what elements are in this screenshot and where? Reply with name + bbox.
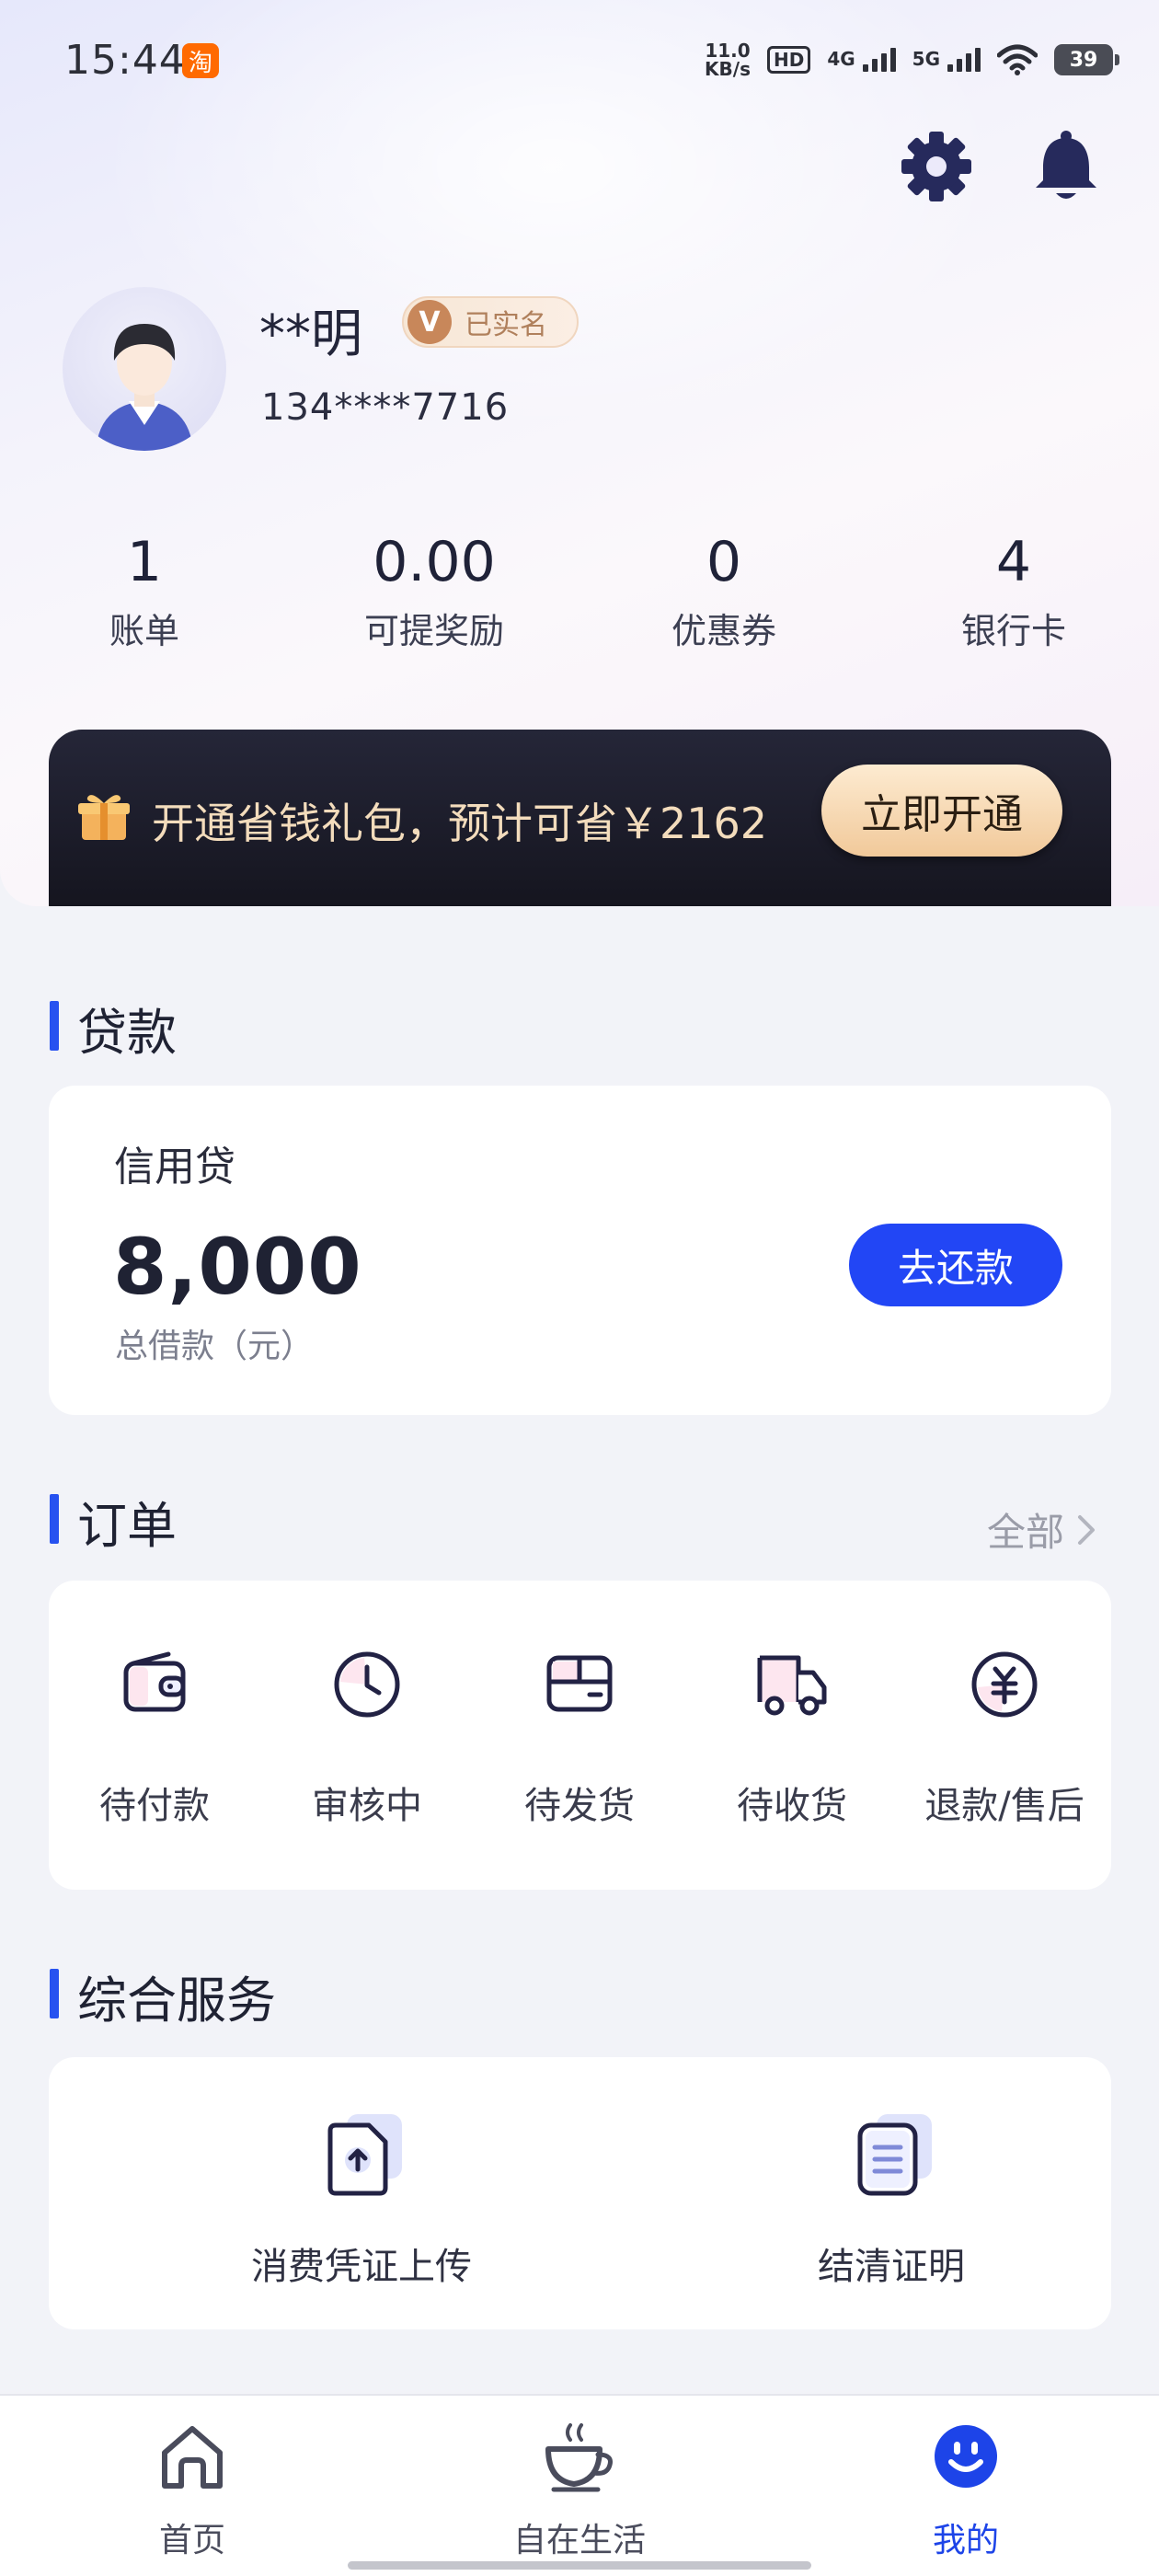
stat-bills[interactable]: 1 账单 xyxy=(25,529,264,653)
upload-document-icon xyxy=(327,2114,402,2196)
home-icon xyxy=(162,2426,223,2489)
verified-badge[interactable]: V 已实名 xyxy=(402,296,579,348)
loan-section-title: 贷款 xyxy=(50,992,177,1064)
order-under-review[interactable]: 审核中 xyxy=(261,1581,473,1884)
order-label: 待付款 xyxy=(99,1785,210,1827)
account-stats: 1 账单 0.00 可提奖励 0 优惠券 4 银行卡 xyxy=(0,529,1159,667)
wallet-icon xyxy=(123,1651,186,1712)
stat-label: 银行卡 xyxy=(960,611,1066,651)
repay-button[interactable]: 去还款 xyxy=(849,1224,1062,1306)
stat-label: 账单 xyxy=(109,611,179,651)
network-speed: 11.0 KB/s xyxy=(705,41,751,78)
user-phone: 134****7716 xyxy=(261,386,510,429)
certificate-document-icon xyxy=(857,2114,932,2196)
hd-icon: HD xyxy=(766,46,811,74)
status-time: 15:44 xyxy=(64,37,186,84)
nav-item-life[interactable]: 自在生活 xyxy=(460,2412,699,2569)
order-refund-after-sales[interactable]: 退款/售后 xyxy=(899,1581,1110,1884)
network-speed-value: 11.0 xyxy=(705,40,751,62)
avatar[interactable] xyxy=(63,287,226,451)
stat-label: 可提奖励 xyxy=(363,611,504,651)
status-bar: 15:44 淘 11.0 KB/s HD 4G 5G 39 xyxy=(0,0,1159,120)
stat-coupons[interactable]: 0 优惠券 xyxy=(604,529,843,653)
signal-bar xyxy=(880,53,887,72)
taobao-notification-icon: 淘 xyxy=(182,43,219,78)
signal-bar xyxy=(966,53,971,72)
signal-5g-label: 5G xyxy=(912,48,940,70)
nav-item-home[interactable]: 首页 xyxy=(73,2412,312,2569)
stat-value: 1 xyxy=(126,530,163,594)
service-settlement-certificate[interactable]: 结清证明 xyxy=(707,2057,1075,2329)
orders-view-all-link[interactable]: 全部 xyxy=(987,1501,1097,1558)
stat-bank-cards[interactable]: 4 银行卡 xyxy=(894,529,1133,653)
loan-amount: 8,000 xyxy=(113,1222,362,1312)
order-label: 待发货 xyxy=(524,1785,635,1827)
service-upload-receipt[interactable]: 消费凭证上传 xyxy=(178,2057,545,2329)
services-section-title: 综合服务 xyxy=(50,1960,276,2032)
stat-value: 0.00 xyxy=(373,530,496,594)
user-name: **明 xyxy=(259,305,362,364)
order-pending-payment[interactable]: 待付款 xyxy=(49,1581,260,1884)
service-label: 消费凭证上传 xyxy=(251,2246,472,2288)
verified-v-icon: V xyxy=(407,300,452,344)
loan-amount-caption: 总借款（元） xyxy=(115,1328,315,1365)
package-icon xyxy=(546,1655,613,1712)
truck-icon xyxy=(757,1655,827,1716)
promo-text: 开通省钱礼包，预计可省￥2162 xyxy=(152,799,768,848)
services-card: 消费凭证上传 结清证明 xyxy=(49,2057,1111,2329)
refund-icon xyxy=(971,1651,1038,1718)
stat-value: 4 xyxy=(995,530,1032,594)
nav-label: 我的 xyxy=(932,2522,999,2559)
signal-bar xyxy=(871,59,878,72)
order-label: 审核中 xyxy=(312,1785,422,1827)
gift-icon xyxy=(78,795,130,840)
orders-view-all-label: 全部 xyxy=(987,1510,1065,1555)
nav-label: 首页 xyxy=(158,2522,225,2559)
status-indicators: 11.0 KB/s HD 4G 5G 39 xyxy=(705,37,1119,83)
orders-card: 待付款 审核中 待发货 待收货 退款/售后 xyxy=(49,1581,1111,1890)
order-to-ship[interactable]: 待发货 xyxy=(474,1581,685,1884)
signal-4g-icon: 4G xyxy=(827,48,896,72)
verified-badge-label: 已实名 xyxy=(465,309,547,341)
chevron-right-icon xyxy=(1078,1514,1096,1545)
home-indicator[interactable] xyxy=(348,2561,811,2570)
stat-rewards[interactable]: 0.00 可提奖励 xyxy=(315,529,554,653)
credit-loan-card[interactable]: 信用贷 8,000 总借款（元） 去还款 xyxy=(49,1086,1111,1415)
signal-bar xyxy=(975,48,981,72)
stat-value: 0 xyxy=(706,530,742,594)
coffee-cup-icon xyxy=(545,2423,613,2492)
clock-icon xyxy=(334,1651,400,1718)
battery-icon: 39 xyxy=(1054,44,1119,75)
smiley-icon xyxy=(935,2425,997,2488)
notification-bell-icon[interactable] xyxy=(1028,129,1104,204)
signal-bar xyxy=(862,64,868,72)
activate-now-button[interactable]: 立即开通 xyxy=(821,765,1062,857)
wifi-icon xyxy=(997,44,1038,75)
stat-label: 优惠券 xyxy=(671,611,776,651)
signal-bar xyxy=(889,48,896,72)
bottom-navigation: 首页 自在生活 我的 xyxy=(0,2394,1159,2576)
order-label: 退款/售后 xyxy=(924,1785,1084,1827)
settings-gear-icon[interactable] xyxy=(899,129,974,204)
order-to-receive[interactable]: 待收货 xyxy=(686,1581,898,1884)
nav-item-mine[interactable]: 我的 xyxy=(846,2412,1085,2569)
signal-bar xyxy=(947,64,953,72)
signal-4g-label: 4G xyxy=(827,48,855,70)
service-label: 结清证明 xyxy=(818,2246,965,2288)
signal-5g-icon: 5G xyxy=(912,48,981,72)
order-label: 待收货 xyxy=(737,1785,847,1827)
savings-pack-banner[interactable]: 开通省钱礼包，预计可省￥2162 立即开通 xyxy=(49,730,1111,906)
orders-section-title: 订单 xyxy=(50,1485,177,1558)
network-speed-unit: KB/s xyxy=(705,58,751,80)
loan-type-label: 信用贷 xyxy=(114,1144,235,1190)
signal-bar xyxy=(957,59,962,72)
nav-label: 自在生活 xyxy=(512,2522,646,2559)
